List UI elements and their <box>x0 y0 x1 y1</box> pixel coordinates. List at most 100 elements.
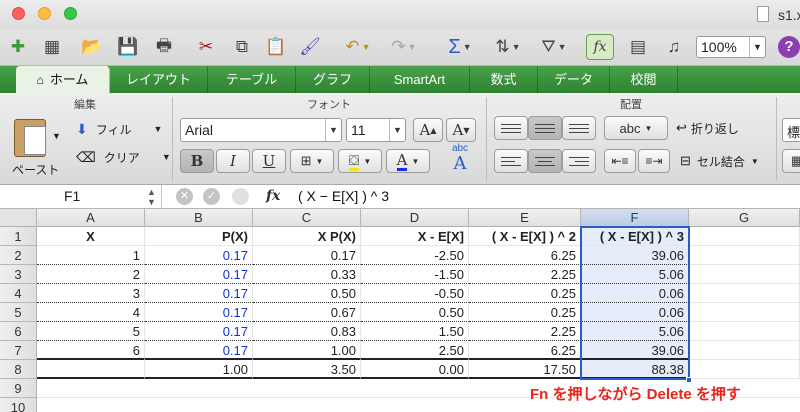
orientation-button[interactable]: abc ▼ <box>604 116 668 140</box>
up-down-stepper-icon[interactable]: ▲ ▼ <box>147 187 156 207</box>
cell-c3[interactable]: 0.33 <box>253 265 361 284</box>
cell-e6[interactable]: 2.25 <box>469 322 581 341</box>
cell-g2[interactable] <box>689 246 800 265</box>
row-header-9[interactable]: 9 <box>0 379 37 398</box>
cell-a6[interactable]: 5 <box>37 322 145 341</box>
column-header-b[interactable]: B <box>145 209 253 227</box>
cell-e5[interactable]: 0.25 <box>469 303 581 322</box>
templates-icon[interactable]: ▦ <box>38 34 66 60</box>
font-color-button[interactable]: A ▼ <box>386 149 430 173</box>
cell-d4[interactable]: -0.50 <box>361 284 469 303</box>
cell-c1[interactable]: X P(X) <box>253 227 361 246</box>
cell-a4[interactable]: 3 <box>37 284 145 303</box>
cut-icon[interactable]: ✂ <box>192 34 220 60</box>
align-bottom-icon[interactable] <box>562 116 596 140</box>
zoom-window-button[interactable] <box>64 7 77 20</box>
media-browser-icon[interactable]: ♫ <box>660 34 688 60</box>
bold-button[interactable]: B <box>180 149 214 173</box>
merge-cells-button[interactable]: ⊟ セル結合 ▼ <box>680 149 759 173</box>
cell-d6[interactable]: 1.50 <box>361 322 469 341</box>
align-left-icon[interactable] <box>494 149 528 173</box>
wrap-text-button[interactable]: ↩ 折り返し <box>676 116 739 140</box>
toolbox-icon[interactable]: ▤ <box>624 34 652 60</box>
cell-a5[interactable]: 4 <box>37 303 145 322</box>
cell-e4[interactable]: 0.25 <box>469 284 581 303</box>
row-header-4[interactable]: 4 <box>0 284 37 303</box>
filter-icon[interactable]: ⛛ ▼ <box>534 34 574 60</box>
row-header-1[interactable]: 1 <box>0 227 37 246</box>
cell-g1[interactable] <box>689 227 800 246</box>
minimize-window-button[interactable] <box>38 7 51 20</box>
cell-g8[interactable] <box>689 360 800 379</box>
align-right-icon[interactable] <box>562 149 596 173</box>
close-window-button[interactable] <box>12 7 25 20</box>
row-header-2[interactable]: 2 <box>0 246 37 265</box>
cell-g6[interactable] <box>689 322 800 341</box>
row-header-3[interactable]: 3 <box>0 265 37 284</box>
cell-b3[interactable]: 0.17 <box>145 265 253 284</box>
cell-a2[interactable]: 1 <box>37 246 145 265</box>
cell-e2[interactable]: 6.25 <box>469 246 581 265</box>
paste-menu-chevron-icon[interactable]: ▼ <box>52 131 61 141</box>
decrease-indent-icon[interactable]: ⇤≡ <box>604 149 636 173</box>
cell-g4[interactable] <box>689 284 800 303</box>
cell-e3[interactable]: 2.25 <box>469 265 581 284</box>
cell-f1[interactable]: ( X - E[X] ) ^ 3 <box>581 227 689 246</box>
column-header-e[interactable]: E <box>469 209 581 227</box>
cell-d8[interactable]: 0.00 <box>361 358 469 379</box>
cell-g3[interactable] <box>689 265 800 284</box>
cell-a1[interactable]: X <box>37 227 145 246</box>
cell-c8[interactable]: 3.50 <box>253 358 361 379</box>
cell-b8[interactable]: 1.00 <box>145 358 253 379</box>
cell-f3[interactable]: 5.06 <box>581 265 689 284</box>
name-box[interactable]: F1 <box>0 185 162 208</box>
tab-data[interactable]: データ <box>538 66 610 93</box>
row-header-10[interactable]: 10 <box>0 398 37 412</box>
increase-font-size-icon[interactable]: A ▲ <box>413 118 443 142</box>
cell-f2[interactable]: 39.06 <box>581 246 689 265</box>
cell-a8[interactable] <box>37 358 145 379</box>
cell-f6[interactable]: 5.06 <box>581 322 689 341</box>
tab-review[interactable]: 校閲 <box>610 66 678 93</box>
cell-d2[interactable]: -2.50 <box>361 246 469 265</box>
cell-c6[interactable]: 0.83 <box>253 322 361 341</box>
column-header-c[interactable]: C <box>253 209 361 227</box>
tab-home[interactable]: ⌂ ホーム <box>16 66 110 93</box>
cell-b2[interactable]: 0.17 <box>145 246 253 265</box>
cell-d1[interactable]: X - E[X] <box>361 227 469 246</box>
function-wizard-icon[interactable] <box>232 188 249 205</box>
cell-b1[interactable]: P(X) <box>145 227 253 246</box>
insert-function-icon[interactable]: fx <box>586 34 614 60</box>
tab-formulas[interactable]: 数式 <box>470 66 538 93</box>
cell-b4[interactable]: 0.17 <box>145 284 253 303</box>
copy-icon[interactable]: ⧉ <box>228 34 256 60</box>
increase-indent-icon[interactable]: ≡⇥ <box>638 149 670 173</box>
autosum-icon[interactable]: Σ ▼ <box>440 34 480 60</box>
cell-g7[interactable] <box>689 341 800 360</box>
formula-input[interactable]: ( X − E[X] ) ^ 3 <box>298 188 389 204</box>
cancel-formula-icon[interactable]: ✕ <box>176 188 193 205</box>
tab-table[interactable]: テーブル <box>208 66 296 93</box>
column-header-a[interactable]: A <box>37 209 145 227</box>
undo-icon[interactable]: ↶ ▼ <box>338 34 378 60</box>
tab-smartart[interactable]: SmartArt <box>370 66 470 93</box>
help-button[interactable]: ? <box>778 36 800 58</box>
cell-c4[interactable]: 0.50 <box>253 284 361 303</box>
font-name-select[interactable]: Arial ▼ <box>180 118 342 142</box>
align-center-icon[interactable] <box>528 149 562 173</box>
tab-chart[interactable]: グラフ <box>296 66 370 93</box>
cell-e1[interactable]: ( X - E[X] ) ^ 2 <box>469 227 581 246</box>
column-header-f[interactable]: F <box>581 209 689 227</box>
underline-button[interactable]: U <box>252 149 286 173</box>
sort-icon[interactable]: ⇅ ▼ <box>488 34 528 60</box>
borders-button[interactable]: ⊞ ▼ <box>290 149 334 173</box>
fill-button[interactable]: ⬇ フィル ▼ <box>76 117 162 141</box>
zoom-select[interactable]: 100% ▼ <box>696 36 766 58</box>
cell-c2[interactable]: 0.17 <box>253 246 361 265</box>
cell-b6[interactable]: 0.17 <box>145 322 253 341</box>
decrease-font-size-icon[interactable]: A ▼ <box>446 118 476 142</box>
row-header-8[interactable]: 8 <box>0 360 37 379</box>
tab-layout[interactable]: レイアウト <box>110 66 208 93</box>
cell-b5[interactable]: 0.17 <box>145 303 253 322</box>
cell-f5[interactable]: 0.06 <box>581 303 689 322</box>
